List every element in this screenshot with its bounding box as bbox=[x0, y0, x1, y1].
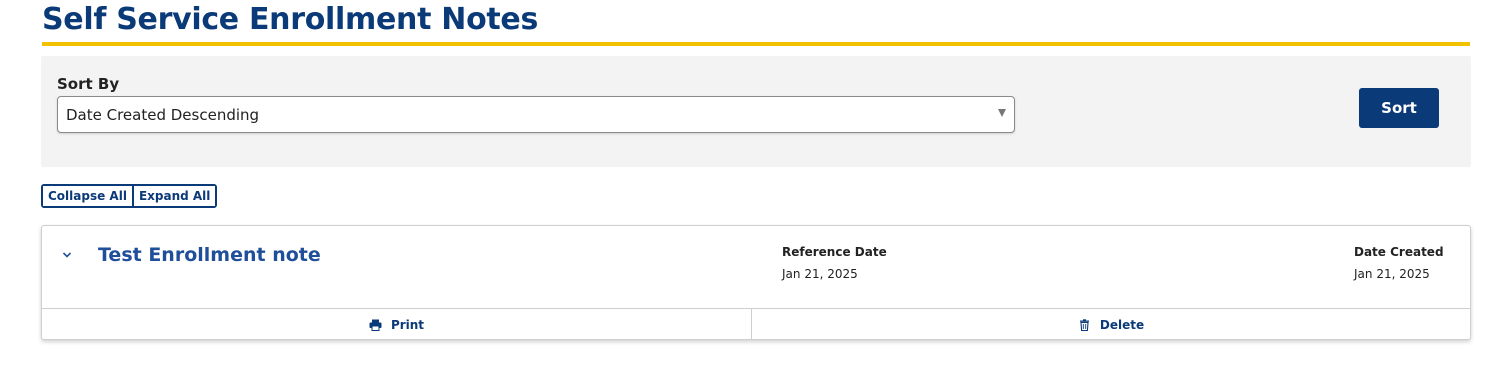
note-card: Test Enrollment note Reference Date Jan … bbox=[41, 225, 1471, 340]
reference-date-value: Jan 21, 2025 bbox=[782, 267, 858, 281]
sort-button[interactable]: Sort bbox=[1359, 88, 1439, 128]
note-actions: Print Delete bbox=[42, 308, 1470, 340]
trash-icon bbox=[1079, 318, 1089, 331]
caret-down-icon bbox=[998, 109, 1006, 117]
page-title: Self Service Enrollment Notes bbox=[42, 2, 539, 37]
title-underline bbox=[42, 42, 1470, 46]
printer-icon bbox=[369, 319, 382, 331]
delete-button[interactable]: Delete bbox=[752, 309, 1470, 340]
sort-by-select[interactable]: Date Created Descending bbox=[57, 96, 1015, 133]
print-button[interactable]: Print bbox=[42, 309, 752, 340]
print-label: Print bbox=[390, 317, 425, 332]
chevron-down-icon[interactable] bbox=[62, 250, 72, 260]
date-created-value: Jan 21, 2025 bbox=[1354, 267, 1430, 281]
sort-panel: Sort By Date Created Descending Sort bbox=[41, 56, 1471, 167]
note-title[interactable]: Test Enrollment note bbox=[98, 244, 321, 266]
expand-all-button[interactable]: Expand All bbox=[131, 186, 216, 206]
expand-collapse-group: Collapse All Expand All bbox=[41, 184, 218, 208]
reference-date-label: Reference Date bbox=[782, 245, 887, 259]
delete-label: Delete bbox=[1099, 317, 1145, 332]
sort-by-label: Sort By bbox=[57, 75, 120, 93]
date-created-label: Date Created bbox=[1354, 245, 1444, 259]
collapse-all-button[interactable]: Collapse All bbox=[43, 186, 132, 206]
sort-by-selected-value: Date Created Descending bbox=[66, 106, 260, 124]
